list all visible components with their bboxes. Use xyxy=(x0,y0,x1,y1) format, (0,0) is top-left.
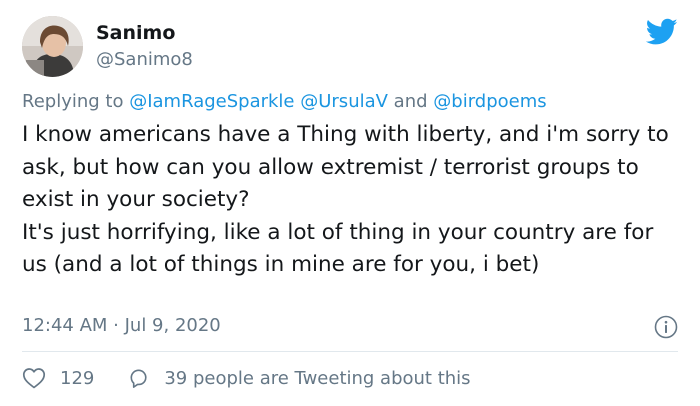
replying-to-label: Replying to xyxy=(22,91,130,112)
heart-icon xyxy=(22,368,46,389)
mention-link[interactable]: @IamRageSparkle xyxy=(129,91,294,112)
avatar-image xyxy=(22,16,83,77)
tweet-text: I know americans have a Thing with liber… xyxy=(22,122,669,277)
info-icon[interactable] xyxy=(654,315,678,339)
twitter-bird-icon[interactable] xyxy=(646,18,678,46)
like-button[interactable]: 129 xyxy=(22,367,94,389)
speech-bubble-icon xyxy=(130,369,147,388)
tweeting-about-label: 39 people are Tweeting about this xyxy=(164,367,471,389)
tweet-actions: 129 39 people are Tweeting about this xyxy=(22,364,471,392)
conversation-button[interactable]: 39 people are Tweeting about this xyxy=(127,367,471,390)
tweet-timestamp[interactable]: 12:44 AM · Jul 9, 2020 xyxy=(22,315,221,336)
mention-link[interactable]: @UrsulaV xyxy=(300,91,388,112)
avatar[interactable] xyxy=(22,16,83,77)
user-handle[interactable]: @Sanimo8 xyxy=(96,49,193,70)
mention-separator: and xyxy=(387,91,434,112)
like-count: 129 xyxy=(60,367,95,389)
tweet-card: Sanimo @Sanimo8 Replying to @IamRageSpar… xyxy=(0,0,700,406)
mention-link[interactable]: @birdpoems xyxy=(433,91,546,112)
display-name[interactable]: Sanimo xyxy=(96,22,175,44)
replying-to-line: Replying to @IamRageSparkle @UrsulaV and… xyxy=(22,91,547,112)
divider xyxy=(22,351,678,352)
